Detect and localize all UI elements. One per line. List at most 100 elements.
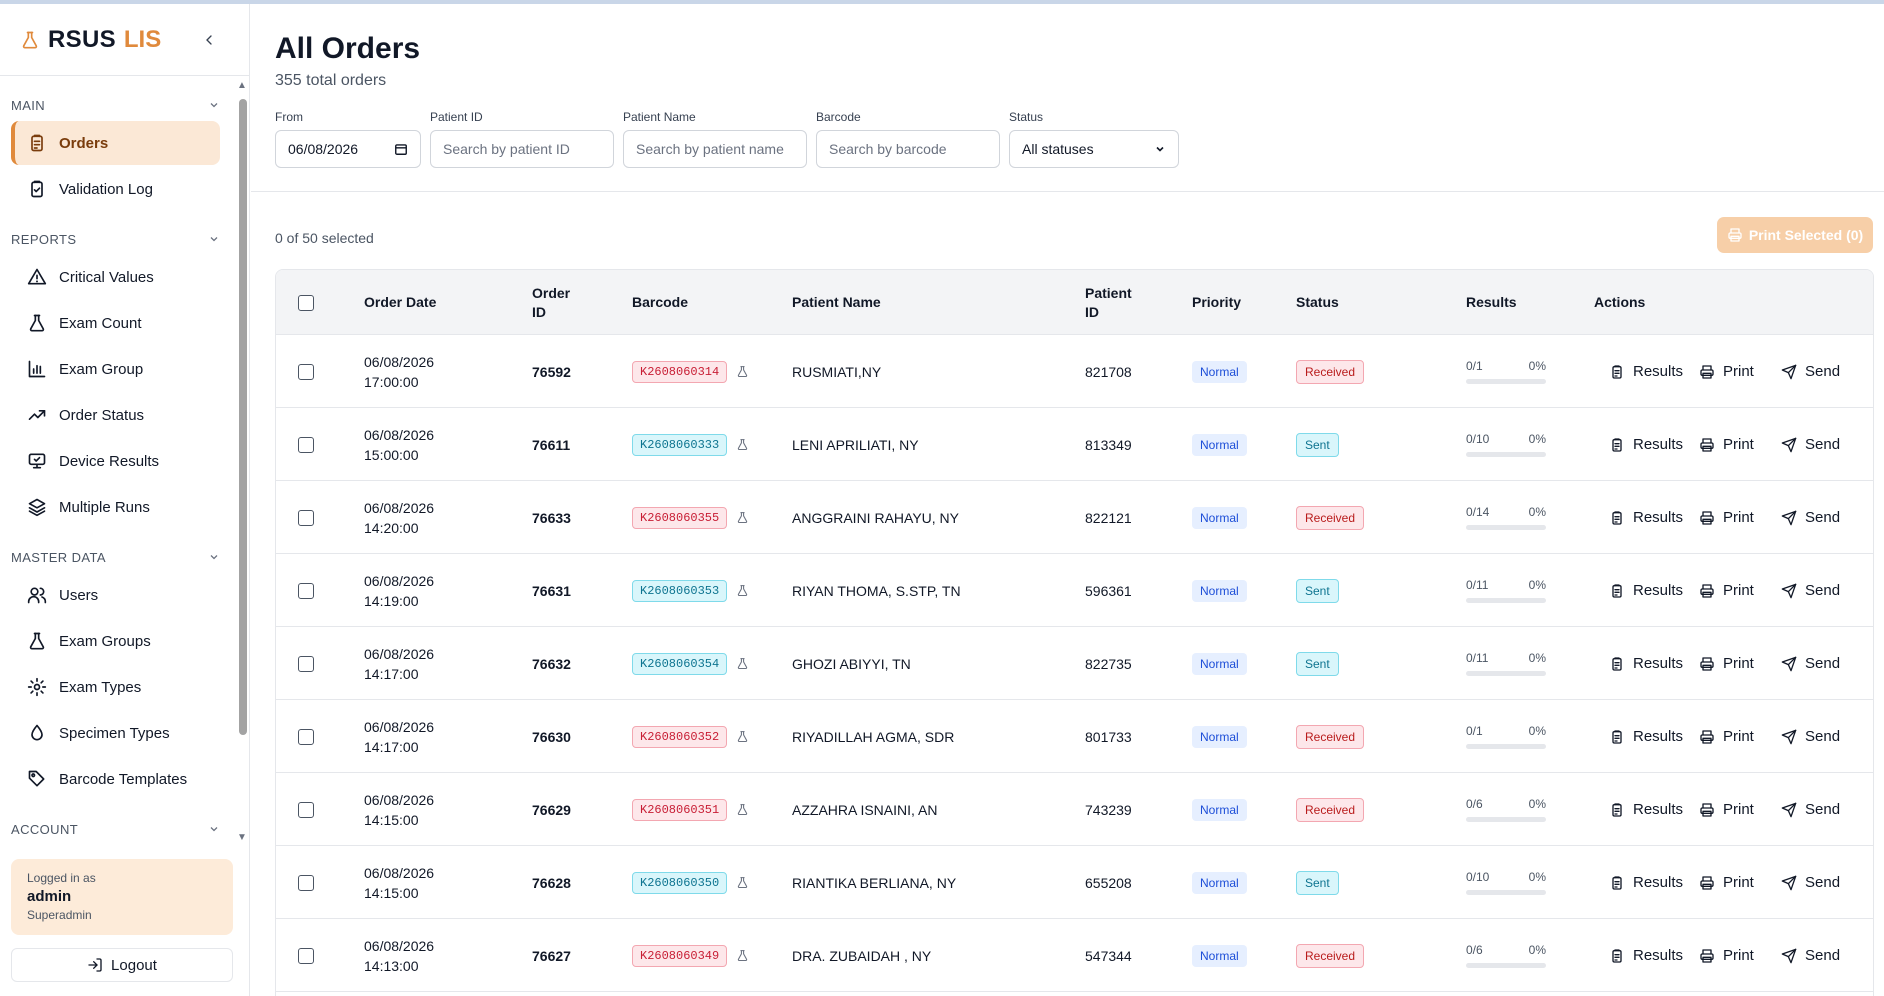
print-button-label: Print [1723, 509, 1754, 526]
print-button[interactable]: Print [1699, 874, 1754, 891]
barcode-badge[interactable]: K2608060333 [632, 433, 728, 456]
print-button[interactable]: Print [1699, 801, 1754, 818]
results-button[interactable]: Results [1609, 947, 1683, 964]
table-row[interactable]: 06/08/2026 14:19:00 76631 K2608060353 RIYAN … [276, 554, 1873, 627]
sidebar-scrollbar[interactable]: ▲ ▼ [237, 81, 247, 843]
section-account[interactable]: ACCOUNT [0, 815, 250, 843]
print-button[interactable]: Print [1699, 363, 1754, 380]
send-button[interactable]: Send [1781, 801, 1840, 818]
printer-icon [1700, 437, 1714, 452]
print-button[interactable]: Print [1699, 947, 1754, 964]
row-checkbox[interactable] [298, 436, 314, 453]
col-order-id[interactable]: Order ID [532, 270, 582, 335]
print-button[interactable]: Print [1699, 582, 1754, 599]
send-button[interactable]: Send [1781, 436, 1840, 453]
print-button[interactable]: Print [1699, 509, 1754, 526]
sidebar-item-users[interactable]: Users [11, 573, 220, 617]
scroll-thumb[interactable] [239, 99, 247, 735]
table-row[interactable]: 06/08/2026 17:00:00 76592 K2608060314 RUSMIA… [276, 335, 1873, 408]
barcode-badge[interactable]: K2608060314 [632, 360, 728, 383]
results-button[interactable]: Results [1609, 801, 1683, 818]
table-row[interactable]: 06/08/2026 14:15:00 76629 K2608060351 AZZAHR… [276, 773, 1873, 846]
col-status[interactable]: Status [1296, 270, 1339, 335]
table-row[interactable]: 06/08/2026 15:00:00 76611 K2608060333 LENI A… [276, 408, 1873, 481]
table-row[interactable]: 06/08/2026 14:13:00 76627 K2608060349 DRA. Z… [276, 919, 1873, 992]
print-selected-button[interactable]: Print Selected (0) [1717, 217, 1873, 253]
results-button[interactable]: Results [1609, 363, 1683, 380]
row-checkbox[interactable] [298, 801, 314, 818]
status-badge: Received [1296, 359, 1365, 384]
print-button[interactable]: Print [1699, 655, 1754, 672]
results-count: 0/6 [1466, 943, 1483, 957]
barcode-badge[interactable]: K2608060352 [632, 725, 728, 748]
barcode-badge[interactable]: K2608060355 [632, 506, 728, 529]
sidebar-item-critical-values[interactable]: Critical Values [11, 255, 220, 299]
barcode-badge[interactable]: K2608060353 [632, 579, 728, 602]
table-row[interactable]: 06/08/2026 14:20:00 76633 K2608060355 ANGGRA… [276, 481, 1873, 554]
brand-accent: LIS [123, 25, 162, 53]
barcode-input[interactable]: Search by barcode [816, 130, 1000, 168]
sidebar-item-orders[interactable]: Orders [11, 121, 220, 165]
results-button[interactable]: Results [1609, 874, 1683, 891]
results-percent: 0% [1528, 651, 1546, 665]
barcode-badge[interactable]: K2608060354 [632, 652, 728, 675]
patient-name: RIYAN THOMA, S.STP, TN [792, 582, 961, 599]
results-button[interactable]: Results [1609, 728, 1683, 745]
print-button[interactable]: Print [1699, 436, 1754, 453]
status-select[interactable]: All statuses [1009, 130, 1179, 168]
sidebar-item-device-results[interactable]: Device Results [11, 439, 220, 483]
patient-name-input[interactable]: Search by patient name [623, 130, 807, 168]
section-master-data[interactable]: MASTER DATA [0, 543, 250, 571]
row-checkbox[interactable] [298, 655, 314, 672]
send-button[interactable]: Send [1781, 363, 1840, 380]
sidebar-item-exam-types[interactable]: Exam Types [11, 665, 220, 709]
table-row[interactable]: 06/08/2026 14:17:00 76632 K2608060354 GHOZI … [276, 627, 1873, 700]
col-patient-id[interactable]: Patient ID [1085, 270, 1140, 335]
results-button[interactable]: Results [1609, 509, 1683, 526]
row-checkbox[interactable] [298, 363, 314, 380]
barcode-badge[interactable]: K2608060350 [632, 871, 728, 894]
table-row[interactable]: 06/08/2026 14:17:00 76630 K2608060352 RIYADI… [276, 700, 1873, 773]
sidebar-item-validation-log[interactable]: Validation Log [11, 167, 220, 211]
monitor-icon [28, 453, 46, 469]
row-checkbox[interactable] [298, 947, 314, 964]
scroll-up-icon[interactable]: ▲ [237, 81, 247, 91]
print-button[interactable]: Print [1699, 728, 1754, 745]
section-reports[interactable]: REPORTS [0, 225, 250, 253]
calendar-icon[interactable] [394, 142, 408, 156]
results-button[interactable]: Results [1609, 436, 1683, 453]
row-checkbox[interactable] [298, 874, 314, 891]
sidebar-item-order-status[interactable]: Order Status [11, 393, 220, 437]
row-checkbox[interactable] [298, 582, 314, 599]
sidebar-item-specimen-types[interactable]: Specimen Types [11, 711, 220, 755]
section-main[interactable]: MAIN [0, 91, 250, 119]
row-checkbox[interactable] [298, 509, 314, 526]
send-button[interactable]: Send [1781, 582, 1840, 599]
sidebar-item-multiple-runs[interactable]: Multiple Runs [11, 485, 220, 529]
barcode-badge[interactable]: K2608060349 [632, 944, 728, 967]
col-barcode[interactable]: Barcode [632, 270, 688, 335]
sidebar-item-exam-groups[interactable]: Exam Groups [11, 619, 220, 663]
logout-button[interactable]: Logout [11, 948, 233, 982]
select-all-checkbox[interactable] [298, 294, 314, 311]
table-row[interactable]: 06/08/2026 14:15:00 76628 K2608060350 RIANTI… [276, 846, 1873, 919]
send-button[interactable]: Send [1781, 874, 1840, 891]
send-button[interactable]: Send [1781, 728, 1840, 745]
sidebar-item-exam-count[interactable]: Exam Count [11, 301, 220, 345]
send-button[interactable]: Send [1781, 655, 1840, 672]
scroll-down-icon[interactable]: ▼ [237, 833, 247, 843]
send-button[interactable]: Send [1781, 509, 1840, 526]
barcode-badge[interactable]: K2608060351 [632, 798, 728, 821]
patient-id-input[interactable]: Search by patient ID [430, 130, 614, 168]
results-button[interactable]: Results [1609, 582, 1683, 599]
collapse-sidebar-button[interactable] [199, 30, 219, 50]
sidebar-item-barcode-templates[interactable]: Barcode Templates [11, 757, 220, 801]
col-priority[interactable]: Priority [1192, 270, 1241, 335]
from-date-input[interactable]: 06/08/2026 [275, 130, 421, 168]
results-button[interactable]: Results [1609, 655, 1683, 672]
send-button[interactable]: Send [1781, 947, 1840, 964]
row-checkbox[interactable] [298, 728, 314, 745]
col-order-date[interactable]: Order Date [364, 270, 436, 335]
sidebar-item-exam-group[interactable]: Exam Group [11, 347, 220, 391]
col-patient-name[interactable]: Patient Name [792, 270, 881, 335]
